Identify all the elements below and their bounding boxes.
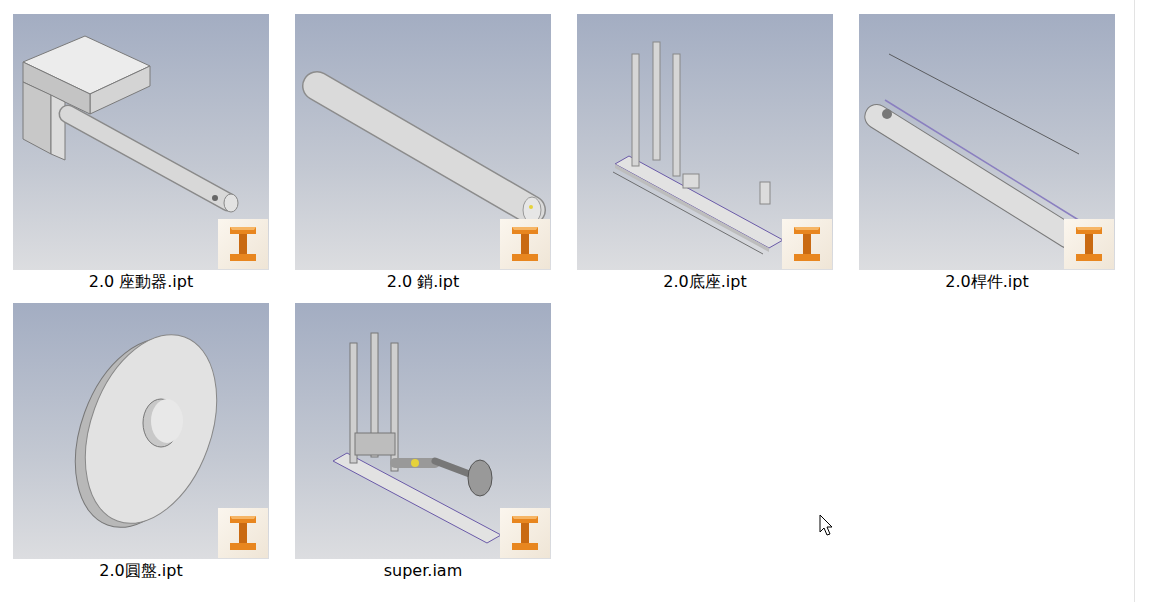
file-name: 2.0 座動器.ipt [89, 270, 194, 293]
file-thumbnail [13, 303, 269, 559]
file-grid: 2.0 座動器.ipt 2.0 銷.ipt 2.0底座.ipt 2.0桿件.ipt 2.… [0, 0, 1134, 582]
file-thumbnail [577, 14, 833, 270]
inventor-logo-icon [500, 219, 550, 269]
inventor-logo-icon [218, 508, 268, 558]
inventor-logo-icon [218, 219, 268, 269]
file-name: 2.0圓盤.ipt [99, 559, 182, 582]
file-name: 2.0桿件.ipt [945, 270, 1028, 293]
inventor-logo-icon [782, 219, 832, 269]
file-item[interactable]: 2.0圓盤.ipt [13, 303, 269, 582]
inventor-logo-icon [500, 508, 550, 558]
file-item[interactable]: 2.0桿件.ipt [859, 14, 1115, 293]
file-item[interactable]: 2.0 座動器.ipt [13, 14, 269, 293]
inventor-badge [782, 219, 832, 269]
inventor-logo-icon [1064, 219, 1114, 269]
inventor-badge [500, 219, 550, 269]
file-name: super.iam [384, 559, 463, 582]
inventor-badge [218, 508, 268, 558]
file-item[interactable]: 2.0底座.ipt [577, 14, 833, 293]
file-name: 2.0底座.ipt [663, 270, 746, 293]
file-thumbnail [859, 14, 1115, 270]
inventor-badge [1064, 219, 1114, 269]
file-thumbnail [13, 14, 269, 270]
file-item[interactable]: super.iam [295, 303, 551, 582]
file-thumbnail [295, 14, 551, 270]
inventor-badge [218, 219, 268, 269]
file-item[interactable]: 2.0 銷.ipt [295, 14, 551, 293]
inventor-badge [500, 508, 550, 558]
file-name: 2.0 銷.ipt [387, 270, 460, 293]
mouse-pointer-icon [819, 514, 833, 536]
file-view: 2.0 座動器.ipt 2.0 銷.ipt 2.0底座.ipt 2.0桿件.ipt 2.… [0, 0, 1135, 602]
file-thumbnail [295, 303, 551, 559]
